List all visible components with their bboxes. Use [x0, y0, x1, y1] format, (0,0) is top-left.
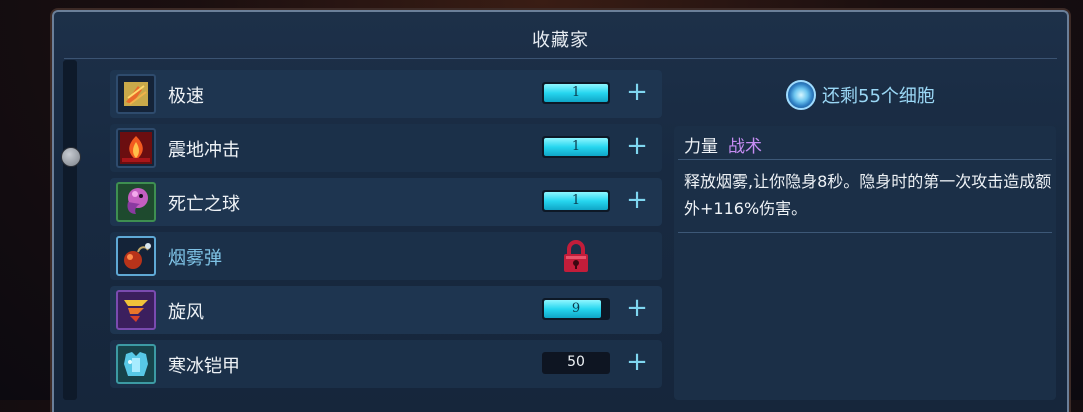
lock-icon: [562, 240, 590, 274]
level-bar: 1: [542, 190, 610, 212]
upgrade-plus-button[interactable]: +: [624, 294, 650, 322]
title-divider: [64, 58, 1057, 59]
ground-slam-icon: [116, 128, 156, 168]
detail-divider: [678, 232, 1052, 233]
tag-label: 战术: [728, 137, 762, 157]
upgrade-plus-button[interactable]: +: [624, 348, 650, 376]
ice-armor-icon: [116, 344, 156, 384]
cell-icon: [786, 80, 816, 110]
list-item[interactable]: 寒冰铠甲 50 +: [110, 340, 662, 388]
list-item[interactable]: 烟雾弹: [110, 232, 662, 280]
cells-remaining-text: 还剩55个细胞: [822, 86, 935, 107]
level-bar: 1: [542, 82, 610, 104]
item-description: 释放烟雾,让你隐身8秒。隐身时的第一次攻击造成额外+116%伤害。: [684, 172, 1052, 218]
item-detail-panel: 力量 战术 释放烟雾,让你隐身8秒。隐身时的第一次攻击造成额外+116%伤害。: [674, 126, 1056, 400]
item-name: 寒冰铠甲: [168, 356, 240, 377]
upgrade-plus-button[interactable]: +: [624, 186, 650, 214]
item-name: 旋风: [168, 302, 204, 323]
cells-remaining: 还剩55个细胞: [786, 78, 935, 112]
panel-title: 收藏家: [532, 30, 589, 51]
detail-header: 力量 战术: [684, 132, 762, 157]
level-value: 1: [571, 193, 581, 208]
level-value: 50: [567, 354, 585, 370]
stat-label: 力量: [684, 137, 718, 157]
level-value: 1: [571, 85, 581, 100]
list-item[interactable]: 震地冲击 1 +: [110, 124, 662, 172]
level-bar: 1: [542, 136, 610, 158]
level-value: 9: [571, 301, 581, 316]
scrollbar-track[interactable]: [63, 60, 77, 400]
list-item[interactable]: 旋风 9 +: [110, 286, 662, 334]
smoke-bomb-icon: [116, 236, 156, 276]
list-item[interactable]: 死亡之球 1 +: [110, 178, 662, 226]
level-value: 1: [571, 139, 581, 154]
speed-scroll-icon: [116, 74, 156, 114]
scrollbar-handle[interactable]: [61, 147, 81, 167]
item-name: 死亡之球: [168, 194, 240, 215]
upgrade-plus-button[interactable]: +: [624, 78, 650, 106]
level-value-box: 50: [542, 352, 610, 374]
item-name: 烟雾弹: [168, 248, 222, 269]
death-orb-icon: [116, 182, 156, 222]
tornado-icon: [116, 290, 156, 330]
list-item[interactable]: 极速 1 +: [110, 70, 662, 118]
detail-divider: [678, 159, 1052, 160]
upgrade-plus-button[interactable]: +: [624, 132, 650, 160]
item-name: 极速: [168, 86, 204, 107]
level-bar: 9: [542, 298, 610, 320]
item-name: 震地冲击: [168, 140, 240, 161]
